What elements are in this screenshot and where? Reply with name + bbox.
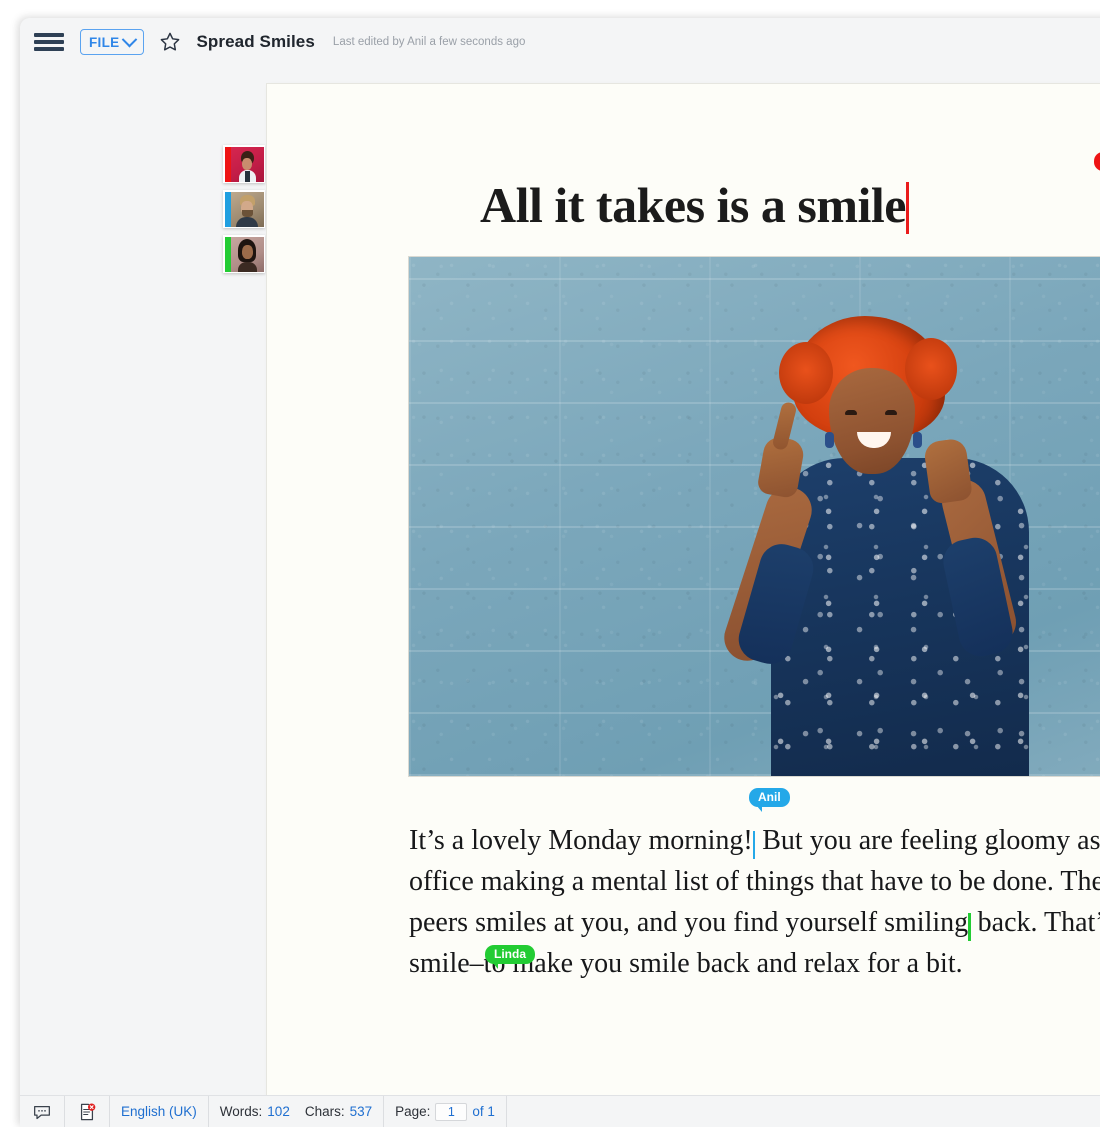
avatar [231, 192, 264, 227]
chars-label: Chars: [305, 1104, 345, 1119]
page-label: Page: [395, 1104, 430, 1119]
remote-cursor-sam [906, 182, 909, 234]
hamburger-bar [34, 47, 64, 51]
collaborator-avatar-anil[interactable] [223, 190, 265, 228]
editor-window: FILE Spread Smiles Last edited by Anil a… [20, 18, 1100, 1127]
hamburger-bar [34, 33, 64, 37]
comment-bubble-icon [31, 1101, 53, 1123]
language-label: English (UK) [121, 1104, 197, 1119]
photo-subject [689, 306, 1100, 776]
collaborator-avatar-rail [223, 145, 273, 280]
document-heading: All it takes is a smile [480, 176, 909, 237]
application-root: FILE Spread Smiles Last edited by Anil a… [0, 0, 1100, 1127]
document-heading-text: All it takes is a smile [480, 177, 906, 233]
remote-cursor-label-linda: Linda [485, 945, 535, 964]
collaborator-avatar-linda[interactable] [223, 235, 265, 273]
remote-cursor-label-sam: S [1094, 152, 1100, 171]
avatar [231, 237, 264, 272]
subject-earring-right [913, 432, 922, 448]
status-bar: English (UK) Words: 102 Chars: 537 Page:… [20, 1095, 1100, 1127]
page-number-input[interactable]: 1 [435, 1103, 467, 1121]
subject-earring-left [825, 432, 834, 448]
editor-body: All it takes is a smile S [20, 66, 1100, 1095]
avatar [231, 147, 264, 182]
hamburger-bar [34, 40, 64, 44]
remote-cursor-label-anil: Anil [749, 788, 790, 807]
remote-cursor-anil [753, 831, 756, 859]
document-page[interactable]: All it takes is a smile S [267, 84, 1100, 1115]
last-edited-status: Last edited by Anil a few seconds ago [333, 36, 525, 48]
top-toolbar: FILE Spread Smiles Last edited by Anil a… [20, 18, 1100, 66]
chevron-down-icon [122, 31, 138, 47]
file-menu-label: FILE [89, 35, 119, 50]
page-title: Spread Smiles [196, 32, 314, 52]
subject-eye-left [845, 410, 857, 415]
page-total-label: of 1 [472, 1104, 495, 1119]
subject-raised-hand [923, 437, 973, 504]
hero-image[interactable] [409, 257, 1100, 776]
document-error-button[interactable] [65, 1096, 110, 1127]
star-outline-icon[interactable] [158, 30, 182, 54]
file-menu-button[interactable]: FILE [80, 29, 144, 55]
comments-button[interactable] [20, 1096, 65, 1127]
subject-eye-right [885, 410, 897, 415]
chars-value: 537 [350, 1104, 373, 1119]
hamburger-icon[interactable] [34, 31, 64, 53]
paragraph-part-3: smiling [877, 907, 968, 938]
status-bar-spacer [507, 1096, 1100, 1127]
words-label: Words: [220, 1104, 263, 1119]
document-error-icon [76, 1101, 98, 1123]
language-selector[interactable]: English (UK) [110, 1096, 209, 1127]
page-navigator[interactable]: Page: 1 of 1 [384, 1096, 507, 1127]
remote-cursor-linda [968, 913, 971, 941]
word-count[interactable]: Words: 102 Chars: 537 [209, 1096, 384, 1127]
paragraph-part-1: It’s a lovely Monday morning! [409, 825, 753, 856]
words-value: 102 [267, 1104, 290, 1119]
collaborator-avatar-sam[interactable] [223, 145, 265, 183]
